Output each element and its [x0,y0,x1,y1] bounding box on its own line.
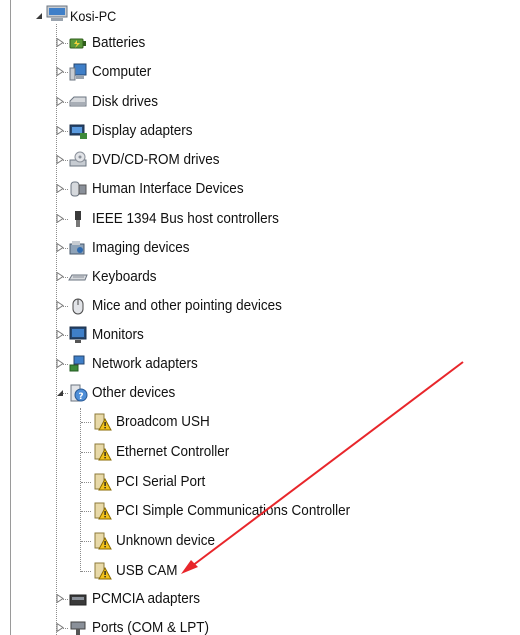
category-label: Network adapters [92,355,198,372]
collapse-triangle-icon[interactable] [34,11,43,20]
unknown-device-icon: ? [68,383,88,403]
display-adapter-icon [68,121,88,141]
port-icon [68,618,88,635]
warning-device-icon [92,412,112,432]
other-devices-connector-line [80,408,81,572]
expand-triangle-icon[interactable] [55,214,64,223]
device-label: Unknown device [116,532,216,549]
expand-triangle-icon[interactable] [55,155,64,164]
tree-branch-line [81,571,91,572]
warning-device-icon [92,531,112,551]
network-icon [68,354,88,374]
tree-pane-border [10,0,11,635]
expand-triangle-icon[interactable] [55,272,64,281]
category-label: DVD/CD-ROM drives [92,151,220,168]
expand-triangle-icon[interactable] [55,623,64,632]
expand-triangle-icon[interactable] [55,38,64,47]
tree-branch-line [81,541,91,542]
computer-icon [68,62,88,82]
expand-triangle-icon[interactable] [55,301,64,310]
expand-triangle-icon[interactable] [55,97,64,106]
tree-branch-line [81,452,91,453]
tree-branch-line [81,422,91,423]
expand-triangle-icon[interactable] [55,67,64,76]
hid-icon [68,179,88,199]
tree-root-label: Kosi-PC [70,8,117,24]
device-label: Ethernet Controller [116,443,230,460]
battery-icon [68,33,88,53]
svg-text:?: ? [78,392,83,402]
device-label: Broadcom USH [116,413,210,430]
expand-triangle-icon[interactable] [55,330,64,339]
warning-device-icon [92,442,112,462]
category-label: Other devices [92,384,176,401]
device-manager-tree: Kosi-PC Batteries Computer Disk drives Disp… [0,0,520,635]
category-label: IEEE 1394 Bus host controllers [92,210,279,227]
disk-drive-icon [68,92,88,112]
category-label: Batteries [92,34,146,51]
dvd-drive-icon [68,150,88,170]
tree-branch-line [81,482,91,483]
computer-icon [46,3,68,23]
tree-branch-line [81,511,91,512]
category-label: Display adapters [92,122,193,139]
keyboard-icon [68,267,88,287]
monitor-icon [68,325,88,345]
warning-device-icon [92,472,112,492]
category-label: Disk drives [92,93,159,110]
category-label: Computer [92,63,152,80]
device-label: PCI Simple Communications Controller [116,502,351,519]
expand-triangle-icon[interactable] [55,243,64,252]
category-label: Monitors [92,326,144,343]
category-label: Ports (COM & LPT) [92,619,210,635]
mouse-icon [68,296,88,316]
category-label: Mice and other pointing devices [92,297,282,314]
expand-triangle-icon[interactable] [55,184,64,193]
category-label: Imaging devices [92,239,190,256]
expand-triangle-icon[interactable] [55,594,64,603]
warning-device-icon [92,501,112,521]
warning-device-icon [92,561,112,581]
pcmcia-icon [68,589,88,609]
expand-triangle-icon[interactable] [55,126,64,135]
ieee1394-icon [68,209,88,229]
device-label: USB CAM [116,562,178,579]
camera-icon [68,238,88,258]
collapse-triangle-icon[interactable] [55,388,64,397]
category-label: Keyboards [92,268,157,285]
expand-triangle-icon[interactable] [55,359,64,368]
device-label: PCI Serial Port [116,473,206,490]
category-label: PCMCIA adapters [92,590,201,607]
category-label: Human Interface Devices [92,180,244,197]
